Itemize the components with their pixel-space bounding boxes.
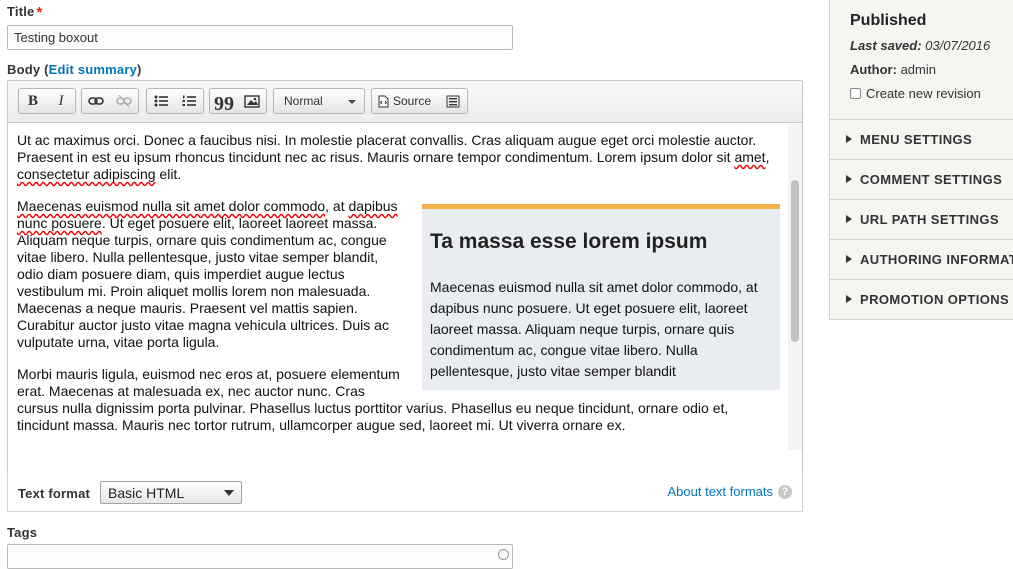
editor-content-area[interactable]: Ut ac maximus orci. Donec a faucibus nis… xyxy=(8,124,788,450)
paragraph-1-text: Ut ac maximus orci. Donec a faucibus nis… xyxy=(17,132,757,165)
triangle-right-icon xyxy=(846,295,852,303)
triangle-right-icon xyxy=(846,135,852,143)
bold-button[interactable]: B xyxy=(19,89,47,113)
author-value: admin xyxy=(900,62,936,77)
text-format-value: Basic HTML xyxy=(108,485,185,501)
help-icon[interactable]: ? xyxy=(778,484,792,499)
title-label: Title * xyxy=(7,4,43,21)
text-style-group: B I xyxy=(18,88,76,114)
paragraph-2-text: . Ut eget posuere elit, laoreet laoreet … xyxy=(17,215,389,350)
create-revision-checkbox[interactable] xyxy=(850,88,861,99)
promotion-options-section[interactable]: PROMOTION OPTIONS xyxy=(830,279,1013,319)
misspelled-word: consectetur adipiscing xyxy=(17,166,156,182)
numbered-list-icon xyxy=(182,95,196,106)
create-revision[interactable]: Create new revision xyxy=(850,86,981,101)
body-label: Body (Edit summary) xyxy=(7,62,142,77)
caret-down-icon xyxy=(224,490,234,496)
tags-input[interactable] xyxy=(7,544,513,569)
menu-settings-section[interactable]: MENU SETTINGS xyxy=(830,119,1013,159)
section-label: AUTHORING INFORMATION xyxy=(860,252,1013,267)
paragraph-format-value: Normal xyxy=(284,94,323,108)
list-group xyxy=(146,88,204,114)
title-label-text: Title xyxy=(7,4,35,19)
text-format-label: Text format xyxy=(18,486,91,501)
editor-scrollbar[interactable] xyxy=(788,124,802,450)
triangle-right-icon xyxy=(846,215,852,223)
editor-toolbar: B I 99 Normal Source xyxy=(8,81,802,123)
comment-settings-section[interactable]: COMMENT SETTINGS xyxy=(830,159,1013,199)
authoring-information-section[interactable]: AUTHORING INFORMATION xyxy=(830,239,1013,279)
bulleted-list-button[interactable] xyxy=(147,89,175,113)
triangle-right-icon xyxy=(846,255,852,263)
about-text-formats[interactable]: About text formats ? xyxy=(668,484,792,499)
source-label: Source xyxy=(393,94,432,108)
section-label: MENU SETTINGS xyxy=(860,132,973,147)
numbered-list-button[interactable] xyxy=(175,89,203,113)
autocomplete-icon xyxy=(498,549,509,560)
text-format-select[interactable]: Basic HTML xyxy=(100,481,242,504)
source-button[interactable]: Source xyxy=(372,89,439,113)
templates-button[interactable] xyxy=(439,89,467,113)
misspelled-word: Maecenas euismod nulla sit amet dolor co… xyxy=(17,198,326,214)
triangle-right-icon xyxy=(846,175,852,183)
source-group: Source xyxy=(371,88,469,114)
text-format-wrapper: Text format Basic HTML About text format… xyxy=(7,470,803,512)
templates-icon xyxy=(446,95,460,107)
insert-group: 99 xyxy=(209,88,267,115)
boxout-text: Maecenas euismod nulla sit amet dolor co… xyxy=(430,279,758,379)
author-info: Author: admin xyxy=(850,62,936,77)
last-saved-value: 03/07/2016 xyxy=(925,38,991,53)
paragraph-format-select[interactable]: Normal xyxy=(273,88,365,114)
source-icon xyxy=(378,95,389,107)
paragraph-1-sep: , xyxy=(765,149,770,165)
unlink-icon xyxy=(116,95,132,107)
boxout-heading: Ta massa esse lorem ipsum xyxy=(430,230,708,253)
last-saved: Last saved: 03/07/2016 xyxy=(850,38,990,53)
body-label-close: ) xyxy=(137,62,142,77)
create-revision-label[interactable]: Create new revision xyxy=(866,86,981,101)
paragraph-1: Ut ac maximus orci. Donec a faucibus nis… xyxy=(17,132,780,183)
publish-status: Published xyxy=(850,12,927,29)
required-marker: * xyxy=(36,4,43,21)
tags-label: Tags xyxy=(7,525,38,540)
body-label-text: Body ( xyxy=(7,62,49,77)
bulleted-list-icon xyxy=(154,95,168,107)
unlink-button[interactable] xyxy=(110,89,138,113)
meta-sidebar: Published Last saved: 03/07/2016 Author:… xyxy=(829,0,1013,320)
section-label: PROMOTION OPTIONS xyxy=(860,292,1010,307)
title-input[interactable] xyxy=(7,25,513,50)
section-label: URL PATH SETTINGS xyxy=(860,212,999,227)
about-text-formats-link[interactable]: About text formats xyxy=(668,484,774,499)
image-icon xyxy=(244,94,260,108)
image-button[interactable] xyxy=(238,89,266,113)
link-group xyxy=(81,88,139,114)
misspelled-word: amet xyxy=(734,149,766,165)
link-icon xyxy=(88,97,104,105)
url-path-settings-section[interactable]: URL PATH SETTINGS xyxy=(830,199,1013,239)
author-label: Author: xyxy=(850,62,897,77)
section-label: COMMENT SETTINGS xyxy=(860,172,1003,187)
paragraph-1-end: elit. xyxy=(155,166,182,182)
paragraph-2-sep: , at xyxy=(325,198,349,214)
scrollbar-thumb[interactable] xyxy=(791,180,799,342)
edit-summary-link[interactable]: Edit summary xyxy=(49,62,137,77)
wysiwyg-editor: B I 99 Normal Source Ut ac maximus orci.… xyxy=(7,80,803,512)
caret-down-icon xyxy=(348,100,356,104)
boxout[interactable]: Ta massa esse lorem ipsum Maecenas euism… xyxy=(422,204,780,390)
blockquote-button[interactable]: 99 xyxy=(210,89,238,115)
last-saved-label: Last saved: xyxy=(850,38,922,53)
italic-button[interactable]: I xyxy=(47,89,75,113)
link-button[interactable] xyxy=(82,89,110,113)
